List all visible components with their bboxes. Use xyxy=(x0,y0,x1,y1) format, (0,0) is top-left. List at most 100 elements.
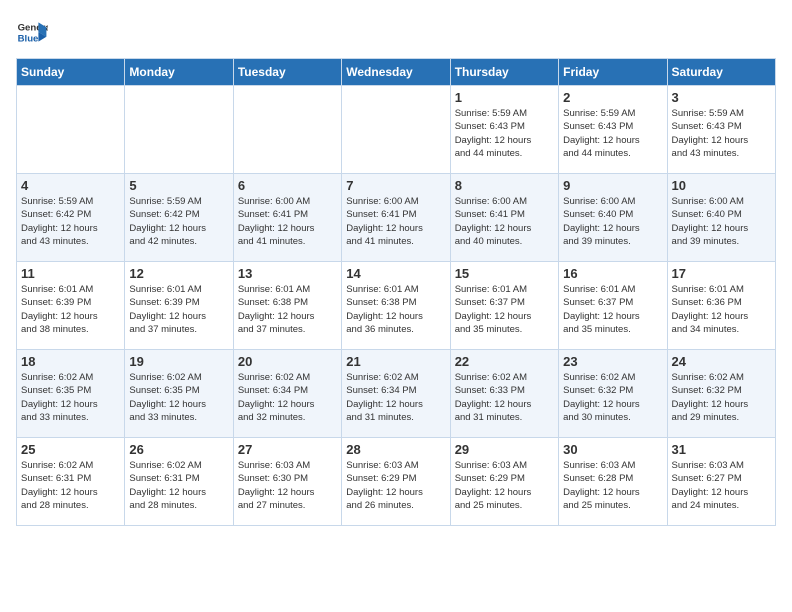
day-info: Sunrise: 6:02 AM Sunset: 6:34 PM Dayligh… xyxy=(346,371,445,424)
calendar-cell: 23 Sunrise: 6:02 AM Sunset: 6:32 PM Dayli… xyxy=(559,350,667,438)
day-info: Sunrise: 6:01 AM Sunset: 6:37 PM Dayligh… xyxy=(455,283,554,336)
calendar-cell: 4 Sunrise: 5:59 AM Sunset: 6:42 PM Daylig… xyxy=(17,174,125,262)
day-of-week-header: Sunday xyxy=(17,59,125,86)
calendar-cell: 26 Sunrise: 6:02 AM Sunset: 6:31 PM Dayli… xyxy=(125,438,233,526)
day-number: 5 xyxy=(129,178,228,193)
calendar-cell: 3 Sunrise: 5:59 AM Sunset: 6:43 PM Daylig… xyxy=(667,86,775,174)
logo: General Blue xyxy=(16,16,48,48)
calendar-cell xyxy=(125,86,233,174)
day-info: Sunrise: 6:02 AM Sunset: 6:33 PM Dayligh… xyxy=(455,371,554,424)
day-of-week-header: Thursday xyxy=(450,59,558,86)
day-info: Sunrise: 5:59 AM Sunset: 6:42 PM Dayligh… xyxy=(129,195,228,248)
day-info: Sunrise: 5:59 AM Sunset: 6:43 PM Dayligh… xyxy=(455,107,554,160)
day-number: 24 xyxy=(672,354,771,369)
calendar-cell xyxy=(233,86,341,174)
day-info: Sunrise: 6:00 AM Sunset: 6:40 PM Dayligh… xyxy=(672,195,771,248)
day-number: 4 xyxy=(21,178,120,193)
day-number: 14 xyxy=(346,266,445,281)
day-number: 3 xyxy=(672,90,771,105)
day-number: 9 xyxy=(563,178,662,193)
calendar-cell: 29Sunrise: 6:03 AM Sunset: 6:29 PM Dayli… xyxy=(450,438,558,526)
calendar-cell: 14 Sunrise: 6:01 AM Sunset: 6:38 PM Dayli… xyxy=(342,262,450,350)
header: General Blue xyxy=(16,16,776,48)
day-number: 15 xyxy=(455,266,554,281)
day-info: Sunrise: 6:03 AM Sunset: 6:29 PM Dayligh… xyxy=(455,459,554,512)
day-number: 26 xyxy=(129,442,228,457)
calendar-cell: 27 Sunrise: 6:03 AM Sunset: 6:30 PM Dayli… xyxy=(233,438,341,526)
day-number: 20 xyxy=(238,354,337,369)
calendar-cell: 31 Sunrise: 6:03 AM Sunset: 6:27 PM Dayli… xyxy=(667,438,775,526)
day-info: Sunrise: 6:00 AM Sunset: 6:40 PM Dayligh… xyxy=(563,195,662,248)
day-number: 19 xyxy=(129,354,228,369)
calendar-cell: 28 Sunrise: 6:03 AM Sunset: 6:29 PM Dayli… xyxy=(342,438,450,526)
calendar-cell: 11Sunrise: 6:01 AM Sunset: 6:39 PM Dayli… xyxy=(17,262,125,350)
calendar-week-row: 25 Sunrise: 6:02 AM Sunset: 6:31 PM Dayli… xyxy=(17,438,776,526)
day-number: 30 xyxy=(563,442,662,457)
calendar-cell: 30 Sunrise: 6:03 AM Sunset: 6:28 PM Dayli… xyxy=(559,438,667,526)
logo-icon: General Blue xyxy=(16,16,48,48)
calendar-cell: 19Sunrise: 6:02 AM Sunset: 6:35 PM Dayli… xyxy=(125,350,233,438)
day-number: 22 xyxy=(455,354,554,369)
svg-text:Blue: Blue xyxy=(18,34,39,45)
day-info: Sunrise: 6:01 AM Sunset: 6:38 PM Dayligh… xyxy=(346,283,445,336)
day-info: Sunrise: 5:59 AM Sunset: 6:43 PM Dayligh… xyxy=(672,107,771,160)
day-info: Sunrise: 6:03 AM Sunset: 6:30 PM Dayligh… xyxy=(238,459,337,512)
calendar-header-row: SundayMondayTuesdayWednesdayThursdayFrid… xyxy=(17,59,776,86)
calendar-week-row: 1 Sunrise: 5:59 AM Sunset: 6:43 PM Daylig… xyxy=(17,86,776,174)
day-info: Sunrise: 6:03 AM Sunset: 6:29 PM Dayligh… xyxy=(346,459,445,512)
calendar-cell: 25 Sunrise: 6:02 AM Sunset: 6:31 PM Dayli… xyxy=(17,438,125,526)
calendar-cell: 15 Sunrise: 6:01 AM Sunset: 6:37 PM Dayli… xyxy=(450,262,558,350)
calendar-cell: 12 Sunrise: 6:01 AM Sunset: 6:39 PM Dayli… xyxy=(125,262,233,350)
day-number: 12 xyxy=(129,266,228,281)
calendar-cell: 2Sunrise: 5:59 AM Sunset: 6:43 PM Daylig… xyxy=(559,86,667,174)
calendar-cell: 16 Sunrise: 6:01 AM Sunset: 6:37 PM Dayli… xyxy=(559,262,667,350)
day-info: Sunrise: 6:02 AM Sunset: 6:31 PM Dayligh… xyxy=(129,459,228,512)
day-info: Sunrise: 6:01 AM Sunset: 6:38 PM Dayligh… xyxy=(238,283,337,336)
day-number: 31 xyxy=(672,442,771,457)
calendar-week-row: 11Sunrise: 6:01 AM Sunset: 6:39 PM Dayli… xyxy=(17,262,776,350)
day-number: 18 xyxy=(21,354,120,369)
day-number: 25 xyxy=(21,442,120,457)
calendar-cell: 13Sunrise: 6:01 AM Sunset: 6:38 PM Dayli… xyxy=(233,262,341,350)
day-number: 7 xyxy=(346,178,445,193)
day-info: Sunrise: 6:00 AM Sunset: 6:41 PM Dayligh… xyxy=(346,195,445,248)
calendar-cell: 24 Sunrise: 6:02 AM Sunset: 6:32 PM Dayli… xyxy=(667,350,775,438)
calendar-week-row: 18 Sunrise: 6:02 AM Sunset: 6:35 PM Dayli… xyxy=(17,350,776,438)
calendar-cell: 6Sunrise: 6:00 AM Sunset: 6:41 PM Daylig… xyxy=(233,174,341,262)
calendar-cell: 5 Sunrise: 5:59 AM Sunset: 6:42 PM Daylig… xyxy=(125,174,233,262)
day-info: Sunrise: 6:02 AM Sunset: 6:32 PM Dayligh… xyxy=(672,371,771,424)
day-number: 10 xyxy=(672,178,771,193)
day-number: 23 xyxy=(563,354,662,369)
calendar-cell: 9 Sunrise: 6:00 AM Sunset: 6:40 PM Daylig… xyxy=(559,174,667,262)
calendar-cell: 21Sunrise: 6:02 AM Sunset: 6:34 PM Dayli… xyxy=(342,350,450,438)
day-info: Sunrise: 6:01 AM Sunset: 6:39 PM Dayligh… xyxy=(129,283,228,336)
day-info: Sunrise: 6:02 AM Sunset: 6:35 PM Dayligh… xyxy=(21,371,120,424)
day-of-week-header: Wednesday xyxy=(342,59,450,86)
day-info: Sunrise: 6:02 AM Sunset: 6:31 PM Dayligh… xyxy=(21,459,120,512)
calendar-cell xyxy=(342,86,450,174)
calendar-cell: 8Sunrise: 6:00 AM Sunset: 6:41 PM Daylig… xyxy=(450,174,558,262)
day-info: Sunrise: 5:59 AM Sunset: 6:43 PM Dayligh… xyxy=(563,107,662,160)
day-info: Sunrise: 6:01 AM Sunset: 6:37 PM Dayligh… xyxy=(563,283,662,336)
day-number: 6 xyxy=(238,178,337,193)
day-info: Sunrise: 6:01 AM Sunset: 6:39 PM Dayligh… xyxy=(21,283,120,336)
day-info: Sunrise: 5:59 AM Sunset: 6:42 PM Dayligh… xyxy=(21,195,120,248)
day-info: Sunrise: 6:03 AM Sunset: 6:28 PM Dayligh… xyxy=(563,459,662,512)
day-number: 28 xyxy=(346,442,445,457)
day-number: 27 xyxy=(238,442,337,457)
calendar-cell: 1 Sunrise: 5:59 AM Sunset: 6:43 PM Daylig… xyxy=(450,86,558,174)
day-info: Sunrise: 6:03 AM Sunset: 6:27 PM Dayligh… xyxy=(672,459,771,512)
day-info: Sunrise: 6:01 AM Sunset: 6:36 PM Dayligh… xyxy=(672,283,771,336)
day-of-week-header: Monday xyxy=(125,59,233,86)
day-of-week-header: Saturday xyxy=(667,59,775,86)
calendar-cell: 17Sunrise: 6:01 AM Sunset: 6:36 PM Dayli… xyxy=(667,262,775,350)
day-number: 16 xyxy=(563,266,662,281)
calendar-cell: 20Sunrise: 6:02 AM Sunset: 6:34 PM Dayli… xyxy=(233,350,341,438)
calendar-cell: 22 Sunrise: 6:02 AM Sunset: 6:33 PM Dayli… xyxy=(450,350,558,438)
calendar-cell: 7 Sunrise: 6:00 AM Sunset: 6:41 PM Daylig… xyxy=(342,174,450,262)
calendar-cell: 10 Sunrise: 6:00 AM Sunset: 6:40 PM Dayli… xyxy=(667,174,775,262)
calendar-cell xyxy=(17,86,125,174)
day-info: Sunrise: 6:02 AM Sunset: 6:32 PM Dayligh… xyxy=(563,371,662,424)
calendar-week-row: 4 Sunrise: 5:59 AM Sunset: 6:42 PM Daylig… xyxy=(17,174,776,262)
day-number: 1 xyxy=(455,90,554,105)
